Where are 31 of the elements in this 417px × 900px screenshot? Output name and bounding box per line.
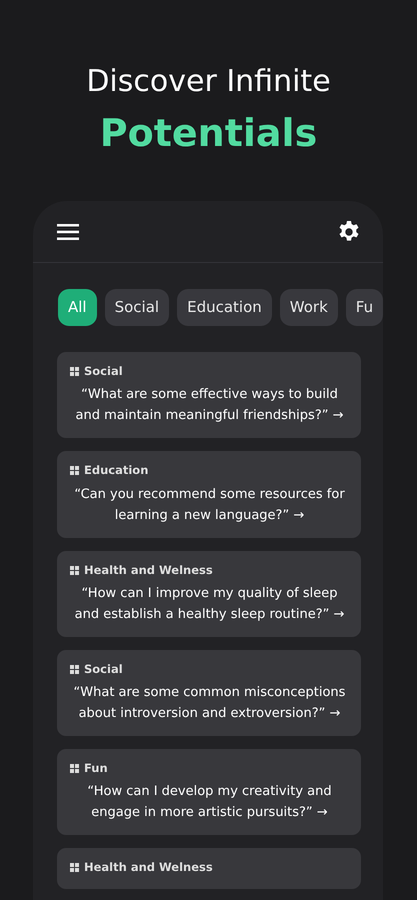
prompt-card[interactable]: Fun “How can I develop my creativity and engage in more artistic pursuits?” → xyxy=(57,749,361,836)
category-label: Social xyxy=(84,363,123,380)
category-chip[interactable]: Fu xyxy=(346,289,383,326)
grid-icon xyxy=(70,764,79,774)
category-label: Health and Welness xyxy=(84,562,213,578)
category-label: Health and Welness xyxy=(84,859,213,876)
category-chip[interactable]: Work xyxy=(280,289,338,326)
grid-icon xyxy=(70,566,79,575)
category-chip[interactable]: Social xyxy=(104,289,170,326)
prompt-question: “Can you recommend some resources for learning a new language?” → xyxy=(73,486,346,524)
prompt-card[interactable]: Health and Welness “How can I improve my quality of sleep and establish a healthy sleep routine?” → xyxy=(57,550,361,637)
headline-accent: Potentials xyxy=(98,110,318,157)
prompt-question: “What are some effective ways to build and maintain meaningful friendships?” → xyxy=(74,386,344,426)
prompt-card[interactable]: Social “What are some common misconceptions about introversion and extroversion?” → xyxy=(57,650,361,736)
prompt-card[interactable]: Social “What are some effective ways to build and maintain meaningful friendships?” → xyxy=(57,352,361,438)
grid-icon xyxy=(70,367,79,376)
grid-icon xyxy=(70,863,79,872)
headline: Discover Infinite xyxy=(85,63,332,101)
category-label: Fun xyxy=(84,760,108,777)
prompt-card[interactable]: Health and Welness xyxy=(57,848,361,888)
category-chip[interactable]: Education xyxy=(177,289,272,326)
prompt-card[interactable]: Education “Can you recommend some resources for learning a new language?” → xyxy=(57,451,361,538)
prompt-question: “How can I develop my creativity and engage in more artistic pursuits?” → xyxy=(86,783,333,822)
category-label: Social xyxy=(84,660,123,678)
prompt-question: “How can I improve my quality of sleep and establish a healthy sleep routine?” → xyxy=(74,584,346,624)
grid-icon xyxy=(70,466,79,476)
menu-icon[interactable] xyxy=(57,224,79,240)
grid-icon xyxy=(70,664,79,674)
settings-icon[interactable] xyxy=(337,220,361,244)
category-label: Education xyxy=(84,462,148,480)
prompt-question: “What are some common misconceptions about introversion and extroversion?” → xyxy=(72,684,346,723)
